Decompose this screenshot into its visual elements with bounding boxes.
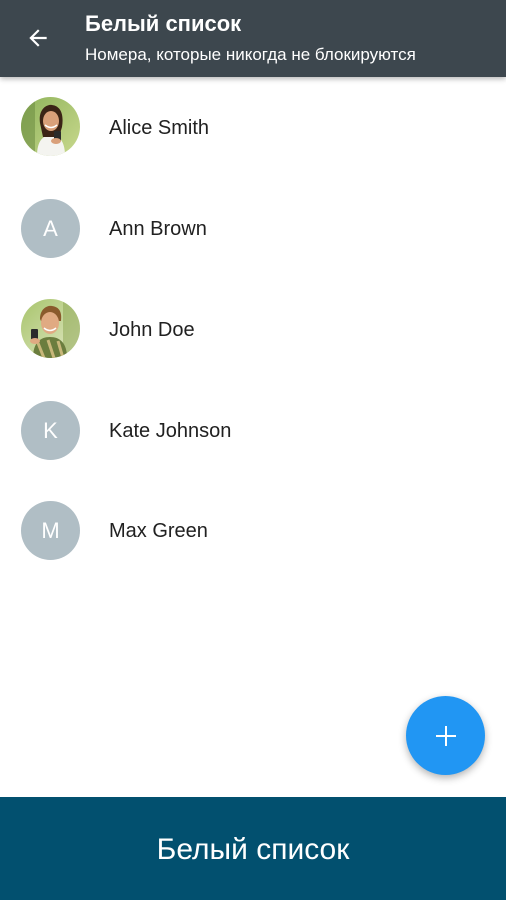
page-title: Белый список	[85, 11, 242, 36]
avatar-initial: K	[21, 401, 80, 460]
app-toolbar: Белый список Номера, которые никогда не …	[0, 0, 506, 77]
plus-icon	[435, 725, 456, 746]
whitelist-screen: Белый список Номера, которые никогда не …	[0, 0, 506, 900]
back-button[interactable]	[14, 14, 62, 62]
contact-list: Alice Smith A Ann Brown John Doe K Kate …	[0, 77, 506, 582]
list-item[interactable]: John Doe	[0, 279, 506, 380]
contact-name: Ann Brown	[109, 218, 207, 240]
contact-name: Max Green	[109, 520, 208, 542]
list-item[interactable]: A Ann Brown	[0, 178, 506, 279]
contact-name: Kate Johnson	[109, 420, 232, 442]
add-contact-button[interactable]	[406, 696, 485, 775]
contact-name: John Doe	[109, 319, 195, 341]
avatar-initial: A	[21, 199, 80, 258]
avatar-photo	[21, 97, 80, 156]
footer-banner: Белый список	[0, 797, 506, 900]
page-subtitle: Номера, которые никогда не блокируются	[85, 45, 416, 64]
list-item[interactable]: M Max Green	[0, 481, 506, 582]
contact-name: Alice Smith	[109, 117, 210, 139]
list-item[interactable]: Alice Smith	[0, 77, 506, 178]
footer-label: Белый список	[156, 832, 350, 866]
avatar-photo	[21, 299, 80, 358]
avatar-initial: M	[21, 501, 80, 560]
list-item[interactable]: K Kate Johnson	[0, 380, 506, 481]
arrow-back-icon	[29, 29, 47, 47]
